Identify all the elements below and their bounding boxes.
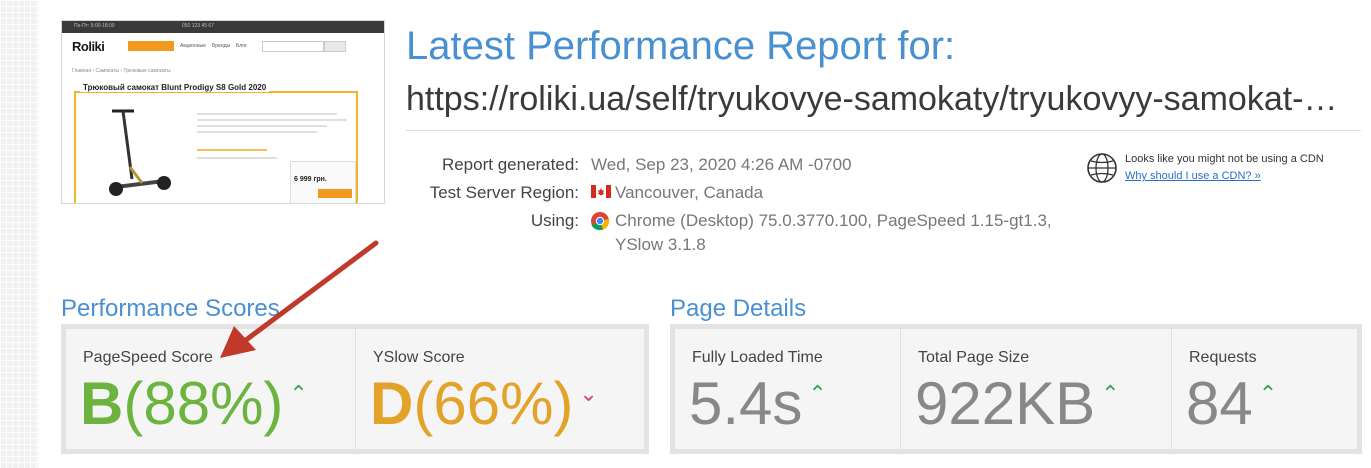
pagespeed-score-cell[interactable]: PageSpeed Score B(88%) ⌃ <box>66 329 355 449</box>
thumb-price: 6 999 грн. <box>294 176 327 183</box>
report-url: https://roliki.ua/self/tryukovye-samokat… <box>406 80 1356 118</box>
pagespeed-grade: B <box>80 370 124 437</box>
pagespeed-percent: (88%) <box>123 370 284 437</box>
trend-up-icon: ⌃ <box>1258 381 1278 407</box>
using-value-line1: Chrome (Desktop) 75.0.3770.100, PageSpee… <box>615 211 1052 230</box>
thumb-text-line <box>197 113 337 115</box>
page-details-panel: Fully Loaded Time 5.4s ⌃ Total Page Size … <box>670 324 1362 454</box>
thumb-search-button <box>324 41 346 52</box>
site-screenshot-thumbnail[interactable]: Пн-Пт: 9:00-18:00 050 123 45 67 Roliki А… <box>61 20 385 204</box>
thumb-buy-button <box>318 189 352 198</box>
region-value: Vancouver, Canada <box>615 183 764 202</box>
thumb-topbar-phone: 050 123 45 67 <box>182 23 214 29</box>
thumb-text-line <box>197 119 347 121</box>
total-size-label: Total Page Size <box>918 349 1030 366</box>
yslow-grade: D <box>370 370 414 437</box>
yslow-percent: (66%) <box>413 370 574 437</box>
fully-loaded-cell[interactable]: Fully Loaded Time 5.4s ⌃ <box>675 329 900 449</box>
requests-cell[interactable]: Requests 84 ⌃ <box>1172 329 1357 449</box>
thumb-logo: Roliki <box>72 39 105 54</box>
trend-up-icon: ⌃ <box>1101 381 1120 407</box>
globe-icon <box>1087 153 1117 183</box>
thumb-text-line <box>197 157 277 159</box>
thumb-rating <box>197 149 267 151</box>
thumb-nav-item: Бренды <box>212 43 231 49</box>
thumb-topbar: Пн-Пт: 9:00-18:00 050 123 45 67 <box>62 21 384 33</box>
yslow-score-label: YSlow Score <box>373 349 465 366</box>
thumb-text-line <box>197 125 327 127</box>
report-generated-label: Report generated: <box>441 155 579 174</box>
total-size-value: 922KB ⌃ <box>915 369 1120 438</box>
thumb-nav-item: Акционные <box>180 43 206 49</box>
thumb-search <box>262 41 324 52</box>
canada-flag-icon <box>591 185 611 198</box>
using-value-line2: YSlow 3.1.8 <box>615 235 706 254</box>
thumb-topbar-hours: Пн-Пт: 9:00-18:00 <box>74 23 115 29</box>
page-details-title: Page Details <box>670 295 807 322</box>
total-size-cell[interactable]: Total Page Size 922KB ⌃ <box>901 329 1171 449</box>
divider <box>406 130 1361 131</box>
fully-loaded-value: 5.4s ⌃ <box>689 369 827 438</box>
requests-number: 84 <box>1186 370 1253 437</box>
scooter-image <box>109 109 171 196</box>
cdn-why-link[interactable]: Why should I use a CDN? » <box>1125 170 1261 182</box>
side-pattern <box>0 0 38 468</box>
total-size-number: 922KB <box>915 370 1096 437</box>
requests-value: 84 ⌃ <box>1186 369 1277 438</box>
performance-scores-panel: PageSpeed Score B(88%) ⌃ YSlow Score D(66… <box>61 324 649 454</box>
fully-loaded-label: Fully Loaded Time <box>692 349 823 366</box>
trend-down-icon: ⌄ <box>579 381 598 407</box>
pagespeed-score-label: PageSpeed Score <box>83 349 213 366</box>
thumb-product-title: Трюковый самокат Blunt Prodigy S8 Gold 2… <box>80 83 270 92</box>
using-label: Using: <box>530 211 579 230</box>
trend-up-icon: ⌃ <box>289 381 308 407</box>
chrome-icon <box>591 212 610 231</box>
report-title: Latest Performance Report for: <box>406 24 956 68</box>
thumb-nav-item: Блог <box>236 43 247 49</box>
trend-up-icon: ⌃ <box>808 381 827 407</box>
yslow-score-cell[interactable]: YSlow Score D(66%) ⌄ <box>356 329 644 449</box>
fully-loaded-number: 5.4s <box>689 370 803 437</box>
cdn-notice-text: Looks like you might not be using a CDN <box>1125 153 1324 165</box>
thumb-breadcrumbs: Главная › Самокаты › Трюковые самокаты <box>72 68 171 74</box>
pagespeed-score-value: B(88%) ⌃ <box>80 369 308 438</box>
thumb-catalog-button <box>128 41 174 51</box>
performance-scores-title: Performance Scores <box>61 295 280 322</box>
region-label: Test Server Region: <box>429 183 579 202</box>
requests-label: Requests <box>1189 349 1257 366</box>
thumb-text-line <box>197 131 317 133</box>
report-generated-value: Wed, Sep 23, 2020 4:26 AM -0700 <box>591 155 852 174</box>
yslow-score-value: D(66%) ⌄ <box>370 369 598 438</box>
